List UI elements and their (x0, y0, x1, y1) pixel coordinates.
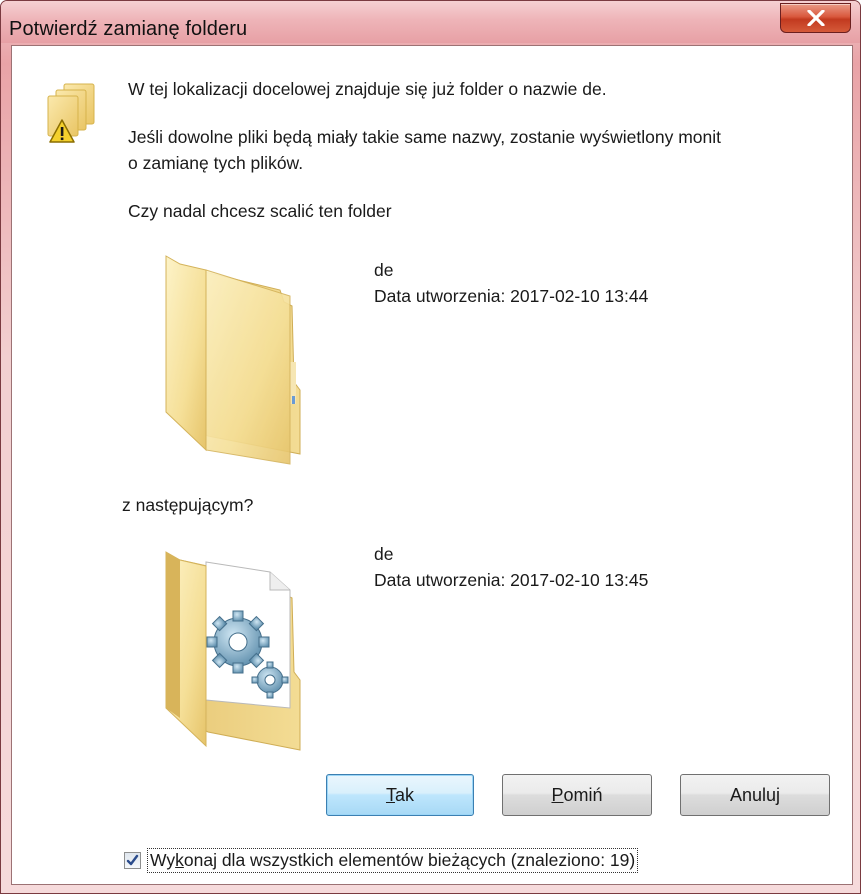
target-folder-name: de (374, 544, 394, 564)
yes-button-label: ak (394, 784, 414, 805)
skip-button-mnemonic: P (551, 784, 564, 805)
target-folder-created: Data utworzenia: 2017-02-10 13:45 (374, 570, 649, 590)
close-icon (806, 10, 825, 26)
message-duplicate-line2: o zamianę tych plików. (128, 153, 304, 173)
apply-to-all-mnemonic: k (175, 850, 184, 870)
apply-to-all-label-pre: Wy (150, 850, 176, 870)
source-folder-name: de (374, 260, 394, 280)
apply-to-all-label[interactable]: Wykonaj dla wszystkich elementów bieżący… (147, 848, 639, 873)
yes-button[interactable]: Tak (326, 774, 474, 816)
folder-icon (165, 255, 301, 465)
warning-folders-icon (47, 83, 95, 143)
message-exists: W tej lokalizacji docelowej znajduje się… (128, 79, 607, 99)
checkmark-icon (126, 854, 139, 866)
message-with: z następującym? (122, 495, 254, 515)
message-question: Czy nadal chcesz scalić ten folder (128, 201, 392, 221)
close-button[interactable] (780, 3, 851, 33)
source-folder-created: Data utworzenia: 2017-02-10 13:44 (374, 286, 649, 306)
skip-button-label: omiń (563, 784, 603, 805)
cancel-button[interactable]: Anuluj (680, 774, 830, 816)
folder-with-gears-icon (165, 551, 301, 751)
dialog-content: W tej lokalizacji docelowej znajduje się… (11, 45, 853, 885)
cancel-button-label: Anuluj (729, 784, 781, 805)
message-duplicate-line1: Jeśli dowolne pliki będą miały takie sam… (128, 127, 721, 147)
apply-to-all-label-post: onaj dla wszystkich elementów bieżących … (183, 850, 636, 870)
apply-to-all-row[interactable]: Wykonaj dla wszystkich elementów bieżący… (124, 848, 639, 873)
confirm-folder-replace-dialog: Potwierdź zamianę folderu W tej lokaliza… (0, 0, 861, 894)
window-title: Potwierdź zamianę folderu (9, 18, 248, 40)
skip-button[interactable]: Pomiń (502, 774, 652, 816)
title-bar[interactable]: Potwierdź zamianę folderu (1, 1, 860, 43)
apply-to-all-checkbox[interactable] (124, 852, 141, 869)
yes-button-mnemonic: T (385, 784, 395, 805)
